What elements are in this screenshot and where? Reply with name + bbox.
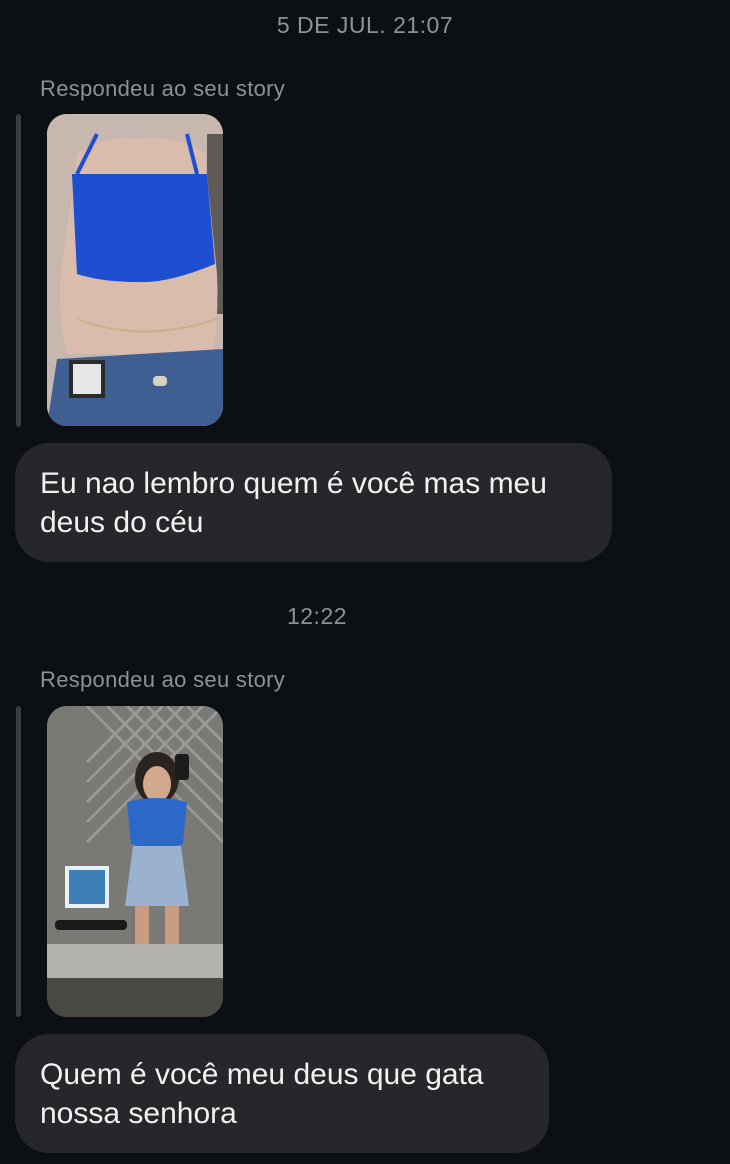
message-text-2: Quem é você meu deus que gata nossa senh… — [40, 1058, 484, 1130]
story-thumbnail-2[interactable] — [47, 706, 223, 1017]
timestamp-2: 12:22 — [286, 603, 348, 629]
message-text-1: Eu nao lembro quem é você mas meu deus d… — [40, 467, 547, 539]
story-thumbnail-1[interactable] — [47, 114, 223, 426]
message-bubble-2[interactable]: Quem é você meu deus que gata nossa senh… — [15, 1034, 549, 1153]
reply-indicator-bar-2 — [16, 706, 21, 1017]
reply-indicator-bar-1 — [16, 114, 21, 427]
timestamp-1: 5 DE JUL. 21:07 — [276, 12, 454, 38]
story-reply-label-1: Respondeu ao seu story — [40, 76, 286, 101]
story-reply-label-2: Respondeu ao seu story — [40, 667, 286, 692]
story-image-mirror-selfie — [47, 706, 223, 1017]
message-bubble-1[interactable]: Eu nao lembro quem é você mas meu deus d… — [15, 443, 612, 562]
story-image-blue-top — [47, 114, 223, 426]
